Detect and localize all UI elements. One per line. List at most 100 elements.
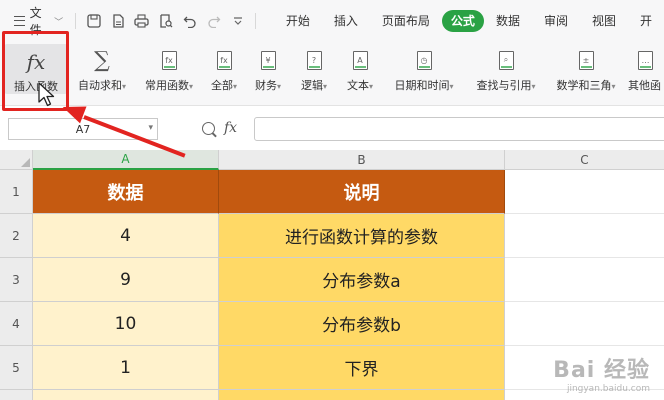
row-header[interactable]: 4: [0, 302, 33, 346]
column-header-c[interactable]: C: [505, 150, 664, 170]
logic-button[interactable]: ? 逻辑▾: [296, 42, 332, 100]
row-header[interactable]: 5: [0, 346, 33, 390]
all-functions-button[interactable]: fx 全部▾: [206, 42, 242, 100]
row-header[interactable]: 3: [0, 258, 33, 302]
common-functions-button[interactable]: fx 常用函数▾: [138, 42, 200, 100]
print-preview-icon[interactable]: [158, 14, 173, 29]
customize-toolbar-icon[interactable]: [230, 14, 245, 29]
other-functions-button[interactable]: … 其他函: [628, 42, 664, 100]
quick-access-toolbar: [82, 14, 249, 29]
file-menu-label: 文件: [29, 6, 42, 37]
sheet-grid: A B C 1 2 3 4 5 数据 说明 4 进行函数计算的参数 9 分布参数…: [0, 150, 664, 400]
tab-home[interactable]: 开始: [274, 10, 322, 32]
formula-bar-icons: fx: [202, 120, 237, 136]
date-time-label: 日期和时间: [394, 79, 450, 92]
math-trig-label: 数学和三角: [556, 79, 612, 92]
other-functions-label: 其他函: [628, 79, 661, 92]
cell-b5[interactable]: 下界: [219, 346, 505, 390]
row-header[interactable]: [0, 390, 33, 400]
finance-label: 财务: [254, 79, 277, 92]
zoom-icon[interactable]: [202, 121, 215, 135]
chevron-down-icon: ▾: [449, 82, 454, 91]
tab-page-layout[interactable]: 页面布局: [370, 10, 442, 32]
lookup-reference-button[interactable]: ⌕ 查找与引用▾: [470, 42, 542, 100]
divider: [255, 13, 256, 29]
chevron-down-icon[interactable]: ▾: [148, 123, 153, 133]
chevron-down-icon: ▾: [531, 82, 536, 91]
finance-button[interactable]: ¥ 财务▾: [250, 42, 286, 100]
text-functions-button[interactable]: A 文本▾: [342, 42, 378, 100]
cell-a6[interactable]: [33, 390, 219, 400]
tab-review[interactable]: 审阅: [532, 10, 580, 32]
autosum-button[interactable]: ∑ 自动求和▾: [72, 42, 132, 100]
divider: [75, 13, 76, 29]
save-icon[interactable]: [86, 14, 101, 29]
undo-icon[interactable]: [182, 14, 197, 29]
spreadsheet-window: 文件 ﹀ 开始 插入 页面布局 公式 数据 审阅 视图 开 fx 插入函数 ∑ …: [0, 0, 664, 400]
row-header[interactable]: 2: [0, 214, 33, 258]
cell-c4[interactable]: [505, 302, 664, 346]
ribbon-tabs: 开始 插入 页面布局 公式 数据 审阅 视图 开: [274, 0, 664, 42]
tab-developer[interactable]: 开: [628, 10, 664, 32]
tab-view[interactable]: 视图: [580, 10, 628, 32]
select-all-corner[interactable]: [0, 150, 33, 170]
watermark-logo: Bai 经验: [553, 358, 650, 383]
sigma-icon: ∑: [94, 47, 110, 73]
date-time-button[interactable]: ◷ 日期和时间▾: [388, 42, 460, 100]
cell-b6[interactable]: [219, 390, 505, 400]
common-functions-label: 常用函数: [144, 79, 189, 92]
cell-c2[interactable]: [505, 214, 664, 258]
cell-a2[interactable]: 4: [33, 214, 219, 258]
more-book-icon: …: [638, 50, 653, 70]
question-book-icon: ?: [306, 50, 322, 70]
chevron-down-icon: ▾: [232, 82, 237, 91]
formula-input[interactable]: [254, 117, 664, 141]
chevron-down-icon: ▾: [121, 82, 126, 91]
chevron-down-icon: ▾: [276, 82, 281, 91]
name-box-value: A7: [75, 122, 91, 136]
formula-bar: A7 ▾ fx: [0, 107, 664, 149]
cell-c3[interactable]: [505, 258, 664, 302]
function-icon: fx: [26, 49, 46, 74]
cell-b4[interactable]: 分布参数b: [219, 302, 505, 346]
chevron-down-icon: ▾: [368, 82, 373, 91]
chevron-down-icon: ﹀: [54, 17, 64, 28]
watermark: Bai 经验 jingyan.baidu.com: [553, 352, 650, 394]
mouse-cursor-icon: [38, 82, 56, 112]
menu-bar: 文件 ﹀ 开始 插入 页面布局 公式 数据 审阅 视图 开: [0, 0, 664, 42]
row-header[interactable]: 1: [0, 170, 33, 214]
watermark-url: jingyan.baidu.com: [566, 384, 650, 394]
function-book-icon: fx: [216, 50, 232, 70]
column-header-b[interactable]: B: [219, 150, 505, 170]
text-book-icon: A: [352, 50, 368, 70]
tab-insert[interactable]: 插入: [322, 10, 370, 32]
column-header-a[interactable]: A: [33, 150, 219, 170]
formula-ribbon: fx 插入函数 ∑ 自动求和▾ fx 常用函数▾ fx 全部▾ ¥ 财务▾ ? …: [0, 42, 664, 106]
insert-function-button[interactable]: fx 插入函数: [4, 44, 68, 94]
math-book-icon: ±: [578, 50, 594, 70]
cell-b3[interactable]: 分布参数a: [219, 258, 505, 302]
cell-a4[interactable]: 10: [33, 302, 219, 346]
insert-function-icon[interactable]: fx: [224, 120, 237, 136]
autosum-label: 自动求和: [77, 79, 122, 92]
tab-formulas[interactable]: 公式: [441, 10, 484, 32]
text-functions-label: 文本: [346, 79, 369, 92]
chevron-down-icon: ▾: [611, 82, 616, 91]
chevron-down-icon: ▾: [188, 82, 193, 91]
cell-c1[interactable]: [505, 170, 664, 214]
hamburger-icon: [14, 16, 25, 26]
export-pdf-icon[interactable]: [110, 14, 125, 29]
cell-a1[interactable]: 数据: [33, 170, 219, 214]
print-icon[interactable]: [134, 14, 149, 29]
cell-b1[interactable]: 说明: [219, 170, 505, 214]
cell-a3[interactable]: 9: [33, 258, 219, 302]
cell-b2[interactable]: 进行函数计算的参数: [219, 214, 505, 258]
all-functions-label: 全部: [210, 79, 233, 92]
cell-a5[interactable]: 1: [33, 346, 219, 390]
logic-label: 逻辑: [300, 79, 323, 92]
tab-data[interactable]: 数据: [484, 10, 532, 32]
function-book-icon: fx: [161, 50, 177, 70]
file-menu[interactable]: 文件 ﹀: [0, 0, 69, 42]
math-trig-button[interactable]: ± 数学和三角▾: [550, 42, 622, 100]
redo-icon[interactable]: [206, 14, 221, 29]
